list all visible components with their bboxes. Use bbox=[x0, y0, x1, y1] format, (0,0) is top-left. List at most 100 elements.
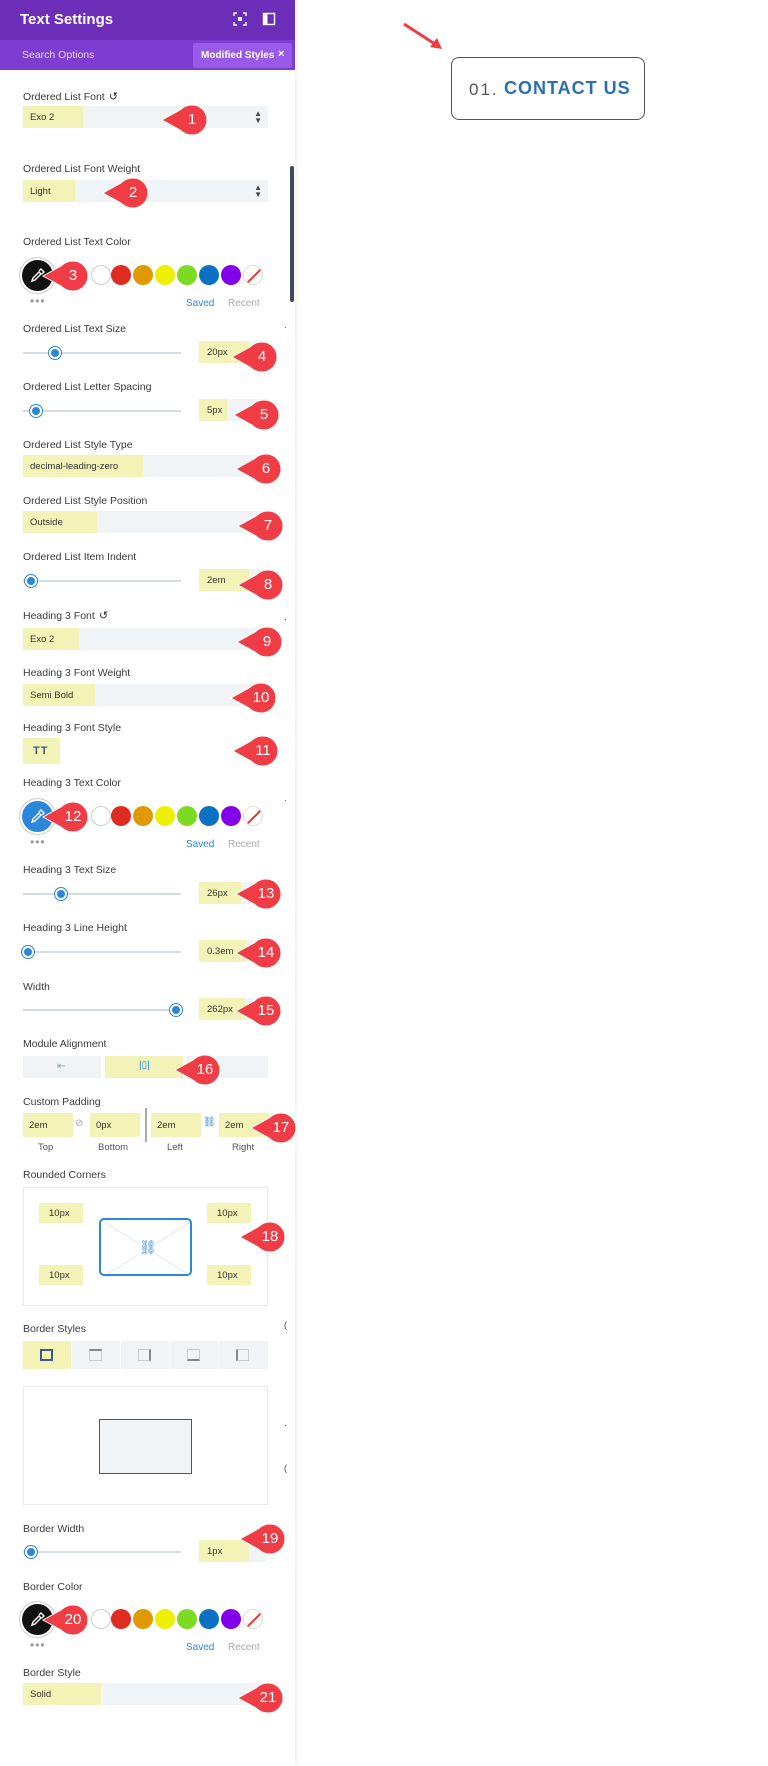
ol-style-pos-select[interactable]: Outside ▲▼ bbox=[23, 511, 268, 533]
color-swatch[interactable] bbox=[177, 265, 197, 285]
callout-marker-15: 15 bbox=[235, 995, 283, 1027]
color-swatch[interactable] bbox=[221, 806, 241, 826]
panel-scrollbar[interactable] bbox=[290, 166, 294, 302]
more-options-icon[interactable]: ••• bbox=[30, 835, 46, 849]
swatch-white[interactable] bbox=[91, 806, 111, 826]
slider-handle[interactable] bbox=[21, 946, 34, 958]
color-swatch[interactable] bbox=[111, 265, 131, 285]
slider-handle[interactable] bbox=[54, 888, 67, 900]
text-module-preview[interactable]: 01. CONTACT US bbox=[451, 57, 645, 120]
border-bottom-tab[interactable] bbox=[170, 1341, 218, 1369]
padding-divider bbox=[145, 1108, 147, 1142]
recent-colors-tab[interactable]: Recent bbox=[228, 1642, 260, 1653]
color-swatch[interactable] bbox=[199, 1609, 219, 1629]
color-swatch[interactable] bbox=[111, 1609, 131, 1629]
padding-top-input[interactable]: 2em bbox=[23, 1113, 73, 1137]
callout-number: 7 bbox=[263, 517, 273, 534]
corner-bottom-right-input[interactable]: 10px bbox=[207, 1265, 251, 1285]
border-right-tab[interactable] bbox=[121, 1341, 169, 1369]
ol-style-type-value: decimal-leading-zero bbox=[30, 461, 119, 472]
ol-indent-slider[interactable] bbox=[23, 575, 181, 587]
alignment-group: ⇤ |▯| bbox=[23, 1056, 268, 1078]
recent-colors-tab[interactable]: Recent bbox=[228, 298, 260, 309]
color-swatch[interactable] bbox=[221, 265, 241, 285]
swatch-white[interactable] bbox=[91, 1609, 111, 1629]
h3-size-slider[interactable] bbox=[23, 888, 181, 900]
slider-handle[interactable] bbox=[29, 405, 42, 417]
corner-top-right-input[interactable]: 10px bbox=[207, 1203, 251, 1223]
padding-left-input[interactable]: 2em bbox=[151, 1113, 201, 1137]
slider-handle[interactable] bbox=[48, 347, 61, 359]
close-icon[interactable]: × bbox=[278, 48, 284, 60]
clear-color-swatch[interactable] bbox=[243, 1609, 263, 1629]
color-swatch[interactable] bbox=[133, 265, 153, 285]
clear-color-swatch[interactable] bbox=[243, 806, 263, 826]
uppercase-toggle[interactable]: TT bbox=[23, 738, 60, 764]
corner-top-left-input[interactable]: 10px bbox=[39, 1203, 83, 1223]
saved-colors-tab[interactable]: Saved bbox=[186, 839, 214, 850]
slider-handle[interactable] bbox=[170, 1004, 183, 1016]
h3-font-select[interactable]: Exo 2 ▲▼ bbox=[23, 628, 268, 650]
callout-marker-13: 13 bbox=[235, 878, 283, 910]
more-options-icon[interactable]: ••• bbox=[30, 1638, 46, 1652]
color-swatch[interactable] bbox=[133, 806, 153, 826]
h3-lineheight-slider[interactable] bbox=[21, 946, 181, 958]
border-bottom-icon bbox=[187, 1349, 200, 1361]
panel-layout-icon[interactable] bbox=[262, 12, 276, 26]
link-icon[interactable]: ⊘ bbox=[75, 1118, 83, 1129]
color-swatch[interactable] bbox=[177, 1609, 197, 1629]
color-swatch[interactable] bbox=[155, 1609, 175, 1629]
callout-number: 13 bbox=[257, 885, 275, 902]
color-swatch[interactable] bbox=[199, 265, 219, 285]
padding-label: Custom Padding bbox=[23, 1096, 101, 1108]
saved-colors-tab[interactable]: Saved bbox=[186, 298, 214, 309]
color-swatch[interactable] bbox=[177, 806, 197, 826]
callout-marker-20: 20 bbox=[42, 1604, 90, 1636]
ol-indent-label: Ordered List Item Indent bbox=[23, 551, 137, 563]
align-left-button[interactable]: ⇤ bbox=[23, 1056, 101, 1078]
more-options-icon[interactable]: ••• bbox=[30, 294, 46, 308]
slider-handle[interactable] bbox=[24, 1546, 37, 1558]
search-options-button[interactable]: Search Options bbox=[22, 49, 94, 61]
border-styles-label: Border Styles bbox=[23, 1323, 87, 1335]
border-width-slider[interactable] bbox=[23, 1546, 181, 1558]
h3-font-label: Heading 3 Font ↺ bbox=[23, 610, 109, 622]
link-icon[interactable]: ⛓ bbox=[139, 1239, 157, 1256]
slider-handle[interactable] bbox=[24, 575, 37, 587]
color-swatch[interactable] bbox=[199, 806, 219, 826]
callout-marker-16: 16 bbox=[174, 1054, 222, 1086]
callout-number: 15 bbox=[257, 1002, 275, 1019]
reset-icon[interactable]: ↺ bbox=[109, 91, 118, 103]
border-all-tab[interactable] bbox=[23, 1341, 71, 1369]
swatch-white[interactable] bbox=[91, 265, 111, 285]
modified-styles-filter[interactable]: Modified Styles × bbox=[193, 43, 292, 68]
callout-marker-6: 6 bbox=[235, 453, 283, 485]
border-top-tab[interactable] bbox=[72, 1341, 120, 1369]
clear-color-swatch[interactable] bbox=[243, 265, 263, 285]
ol-size-slider[interactable] bbox=[23, 347, 181, 359]
ol-spacing-slider[interactable] bbox=[23, 405, 181, 417]
color-swatch[interactable] bbox=[155, 265, 175, 285]
border-style-select[interactable]: Solid bbox=[23, 1683, 268, 1705]
color-swatch[interactable] bbox=[133, 1609, 153, 1629]
color-swatch[interactable] bbox=[155, 806, 175, 826]
reset-icon[interactable]: ↺ bbox=[99, 610, 108, 622]
align-left-icon: ⇤ bbox=[57, 1061, 66, 1072]
callout-marker-9: 9 bbox=[236, 626, 284, 658]
saved-colors-tab[interactable]: Saved bbox=[186, 1642, 214, 1653]
ol-font-select[interactable]: Exo 2 ▲ ▼ bbox=[23, 106, 268, 128]
panel-subbar: Search Options Modified Styles × bbox=[0, 40, 295, 70]
color-swatch[interactable] bbox=[221, 1609, 241, 1629]
fullscreen-icon[interactable] bbox=[233, 12, 247, 26]
recent-colors-tab[interactable]: Recent bbox=[228, 839, 260, 850]
width-slider[interactable] bbox=[23, 1004, 183, 1016]
align-center-button[interactable]: |▯| bbox=[105, 1056, 183, 1078]
border-left-tab[interactable] bbox=[219, 1341, 268, 1369]
padding-bottom-input[interactable]: 0px bbox=[90, 1113, 140, 1137]
link-icon[interactable]: ⛓ bbox=[203, 1117, 216, 1128]
color-swatch[interactable] bbox=[111, 806, 131, 826]
ol-style-type-select[interactable]: decimal-leading-zero ▲▼ bbox=[23, 455, 268, 477]
corner-bottom-left-input[interactable]: 10px bbox=[39, 1265, 83, 1285]
padding-top-caption: Top bbox=[38, 1142, 54, 1153]
callout-number: 16 bbox=[196, 1061, 214, 1078]
